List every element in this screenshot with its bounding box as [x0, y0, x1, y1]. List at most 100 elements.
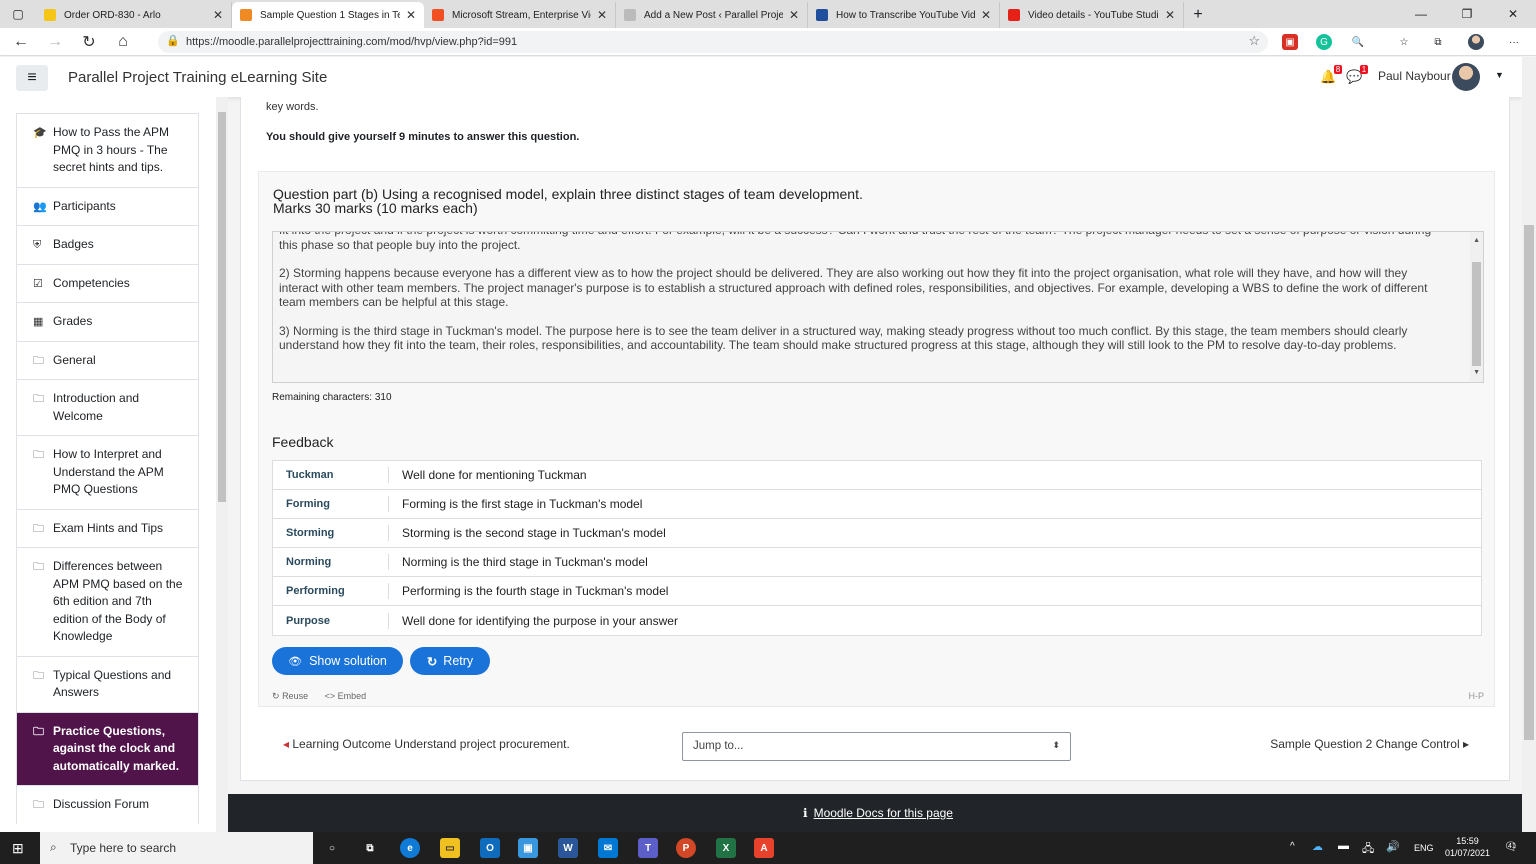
sidebar-item-label: Exam Hints and Tips	[53, 520, 164, 535]
extension-icon[interactable]: ▣	[1282, 34, 1298, 50]
word-icon[interactable]: W	[558, 838, 578, 858]
clock[interactable]: 15:59 01/07/2021	[1440, 835, 1495, 859]
browser-tab[interactable]: Order ORD-830 - Arlo ✕	[36, 2, 232, 28]
network-icon[interactable]: 🖧	[1362, 840, 1374, 859]
sidebar-item[interactable]: 🗀 Typical Questions and Answers	[16, 655, 199, 712]
home-icon[interactable]: ⌂	[106, 33, 140, 51]
sidebar-item[interactable]: 🗀 Exam Hints and Tips	[16, 508, 199, 547]
user-name[interactable]: Paul Naybour	[1378, 69, 1451, 83]
edge-icon[interactable]: e	[400, 838, 420, 858]
tab-title: How to Transcribe YouTube Vide	[836, 9, 975, 21]
sidebar-item-label: Discussion Forum	[53, 797, 150, 811]
tab-favicon-icon	[816, 9, 828, 21]
site-name[interactable]: Parallel Project Training eLearning Site	[68, 69, 327, 86]
cortana-icon[interactable]: ○	[322, 838, 342, 858]
close-tab-icon[interactable]: ✕	[213, 8, 223, 22]
tab-title: Video details - YouTube Studio	[1028, 9, 1159, 21]
show-hidden-icons-icon[interactable]: ^	[1290, 841, 1295, 852]
close-tab-icon[interactable]: ✕	[406, 8, 416, 22]
sidebar-item[interactable]: ☑ Competencies	[16, 263, 199, 302]
browser-tab[interactable]: Add a New Post ‹ Parallel Project ✕	[616, 2, 808, 28]
show-solution-button[interactable]: 👁 Show solution	[272, 647, 403, 675]
sidebar-item[interactable]: ⛨ Badges	[16, 225, 199, 264]
avatar[interactable]	[1452, 63, 1480, 91]
answer-scrollbar-thumb[interactable]	[1472, 262, 1481, 366]
notifications-icon[interactable]: 🔔 8	[1320, 65, 1343, 85]
answer-textarea[interactable]: fit into the project and if the project …	[272, 231, 1484, 383]
folder-icon: 🗀	[33, 561, 44, 573]
file-explorer-icon[interactable]: ▭	[440, 838, 460, 858]
sidebar-item[interactable]: 🗀 Practice Questions, against the clock a…	[16, 711, 199, 785]
forward-icon[interactable]: →	[38, 33, 72, 51]
refresh-icon[interactable]: ↻	[72, 32, 106, 52]
h5p-logo[interactable]: H-P	[1469, 691, 1485, 701]
outlook-icon[interactable]: O	[480, 838, 500, 858]
previous-activity-link[interactable]: ◂ Learning Outcome Understand project pr…	[283, 737, 570, 751]
browser-tab[interactable]: Sample Question 1 Stages in Tea ✕	[232, 2, 424, 28]
restore-icon[interactable]: ❐	[1444, 0, 1490, 28]
sidebar-item[interactable]: 🎓 How to Pass the APM PMQ in 3 hours - Th…	[16, 113, 199, 187]
browser-tab[interactable]: How to Transcribe YouTube Vide ✕	[808, 2, 1000, 28]
grammarly-icon[interactable]: G	[1316, 34, 1332, 50]
search-extension-icon[interactable]: 🔍	[1350, 34, 1366, 50]
sidebar-scrollbar-thumb[interactable]	[218, 112, 226, 502]
jump-to-select[interactable]: Jump to... ⬍	[682, 732, 1071, 761]
powerpoint-icon[interactable]: P	[676, 838, 696, 858]
minimize-icon[interactable]: —	[1398, 0, 1444, 28]
volume-icon[interactable]: 🔊	[1386, 840, 1400, 853]
shield-icon: ⛨	[33, 239, 42, 251]
reuse-link[interactable]: ↻ Reuse	[272, 691, 308, 701]
tab-actions-icon[interactable]: ▢	[0, 0, 36, 28]
sidebar-item[interactable]: 🗀 Differences between APM PMQ based on th…	[16, 547, 199, 656]
close-tab-icon[interactable]: ✕	[789, 8, 799, 22]
browser-tab[interactable]: Microsoft Stream, Enterprise Vid ✕	[424, 2, 616, 28]
sidebar-item[interactable]: 🗀 Introduction and Welcome	[16, 379, 199, 435]
user-menu-caret-icon[interactable]: ▼	[1495, 70, 1504, 80]
close-window-icon[interactable]: ✕	[1490, 0, 1536, 28]
profile-icon[interactable]	[1468, 34, 1484, 50]
task-view-icon[interactable]: ⧉	[360, 838, 380, 858]
page-scrollbar-thumb[interactable]	[1524, 225, 1534, 740]
language-indicator[interactable]: ENG	[1414, 843, 1434, 853]
onedrive-icon[interactable]: ☁	[1312, 840, 1323, 853]
excel-icon[interactable]: X	[716, 838, 736, 858]
sidebar-item[interactable]: 👥 Participants	[16, 186, 199, 225]
scroll-up-icon[interactable]: ▲	[1473, 234, 1480, 249]
action-center-icon[interactable]: 🗨 41	[1504, 840, 1518, 853]
back-icon[interactable]: ←	[4, 33, 38, 51]
sidebar-item[interactable]: 🗀 How to Interpret and Understand the APM…	[16, 435, 199, 509]
embed-link[interactable]: <> Embed	[325, 691, 367, 701]
taskbar-search-input[interactable]: ⌕ Type here to search	[40, 832, 313, 864]
collections-icon[interactable]: ⧉	[1430, 34, 1446, 50]
close-tab-icon[interactable]: ✕	[1165, 8, 1175, 22]
messages-icon[interactable]: 💬 1	[1346, 65, 1369, 85]
favorites-icon[interactable]: ☆	[1396, 34, 1412, 50]
close-tab-icon[interactable]: ✕	[981, 8, 991, 22]
menu-toggle-button[interactable]: ≡	[16, 65, 48, 91]
store-icon[interactable]: ▣	[518, 838, 538, 858]
sidebar-item-label: Practice Questions, against the clock an…	[53, 723, 180, 773]
acrobat-icon[interactable]: A	[754, 838, 774, 858]
sidebar-item[interactable]: ▦ Grades	[16, 302, 199, 341]
mail-icon[interactable]: ✉	[598, 838, 618, 858]
teams-icon[interactable]: T	[638, 838, 658, 858]
new-tab-button[interactable]: +	[1184, 2, 1212, 28]
retry-button[interactable]: ↻ Retry	[410, 647, 490, 675]
tab-title: Add a New Post ‹ Parallel Project	[644, 9, 783, 21]
close-tab-icon[interactable]: ✕	[597, 8, 607, 22]
jump-to-value: Jump to...	[693, 740, 744, 752]
moodle-docs-link[interactable]: Moodle Docs for this page	[814, 806, 953, 820]
feedback-keyword: Performing	[273, 583, 389, 599]
messages-badge: 1	[1359, 65, 1369, 74]
favorite-star-icon[interactable]: ☆	[1248, 33, 1260, 49]
windows-start-icon[interactable]: ⊞	[12, 840, 24, 857]
sidebar-item[interactable]: 🗀 General	[16, 340, 199, 379]
battery-icon[interactable]: ▬	[1338, 840, 1349, 852]
browser-tab[interactable]: Video details - YouTube Studio ✕	[1000, 2, 1184, 28]
scroll-down-icon[interactable]: ▼	[1473, 366, 1480, 381]
sidebar-item[interactable]: 🗀 Discussion Forum	[16, 785, 199, 824]
reuse-icon: ↻	[272, 691, 280, 701]
more-menu-icon[interactable]: ···	[1506, 34, 1522, 50]
url-field[interactable]: 🔒 https://moodle.parallelprojecttraining…	[158, 31, 1268, 53]
next-activity-link[interactable]: Sample Question 2 Change Control ▸	[1270, 737, 1469, 751]
